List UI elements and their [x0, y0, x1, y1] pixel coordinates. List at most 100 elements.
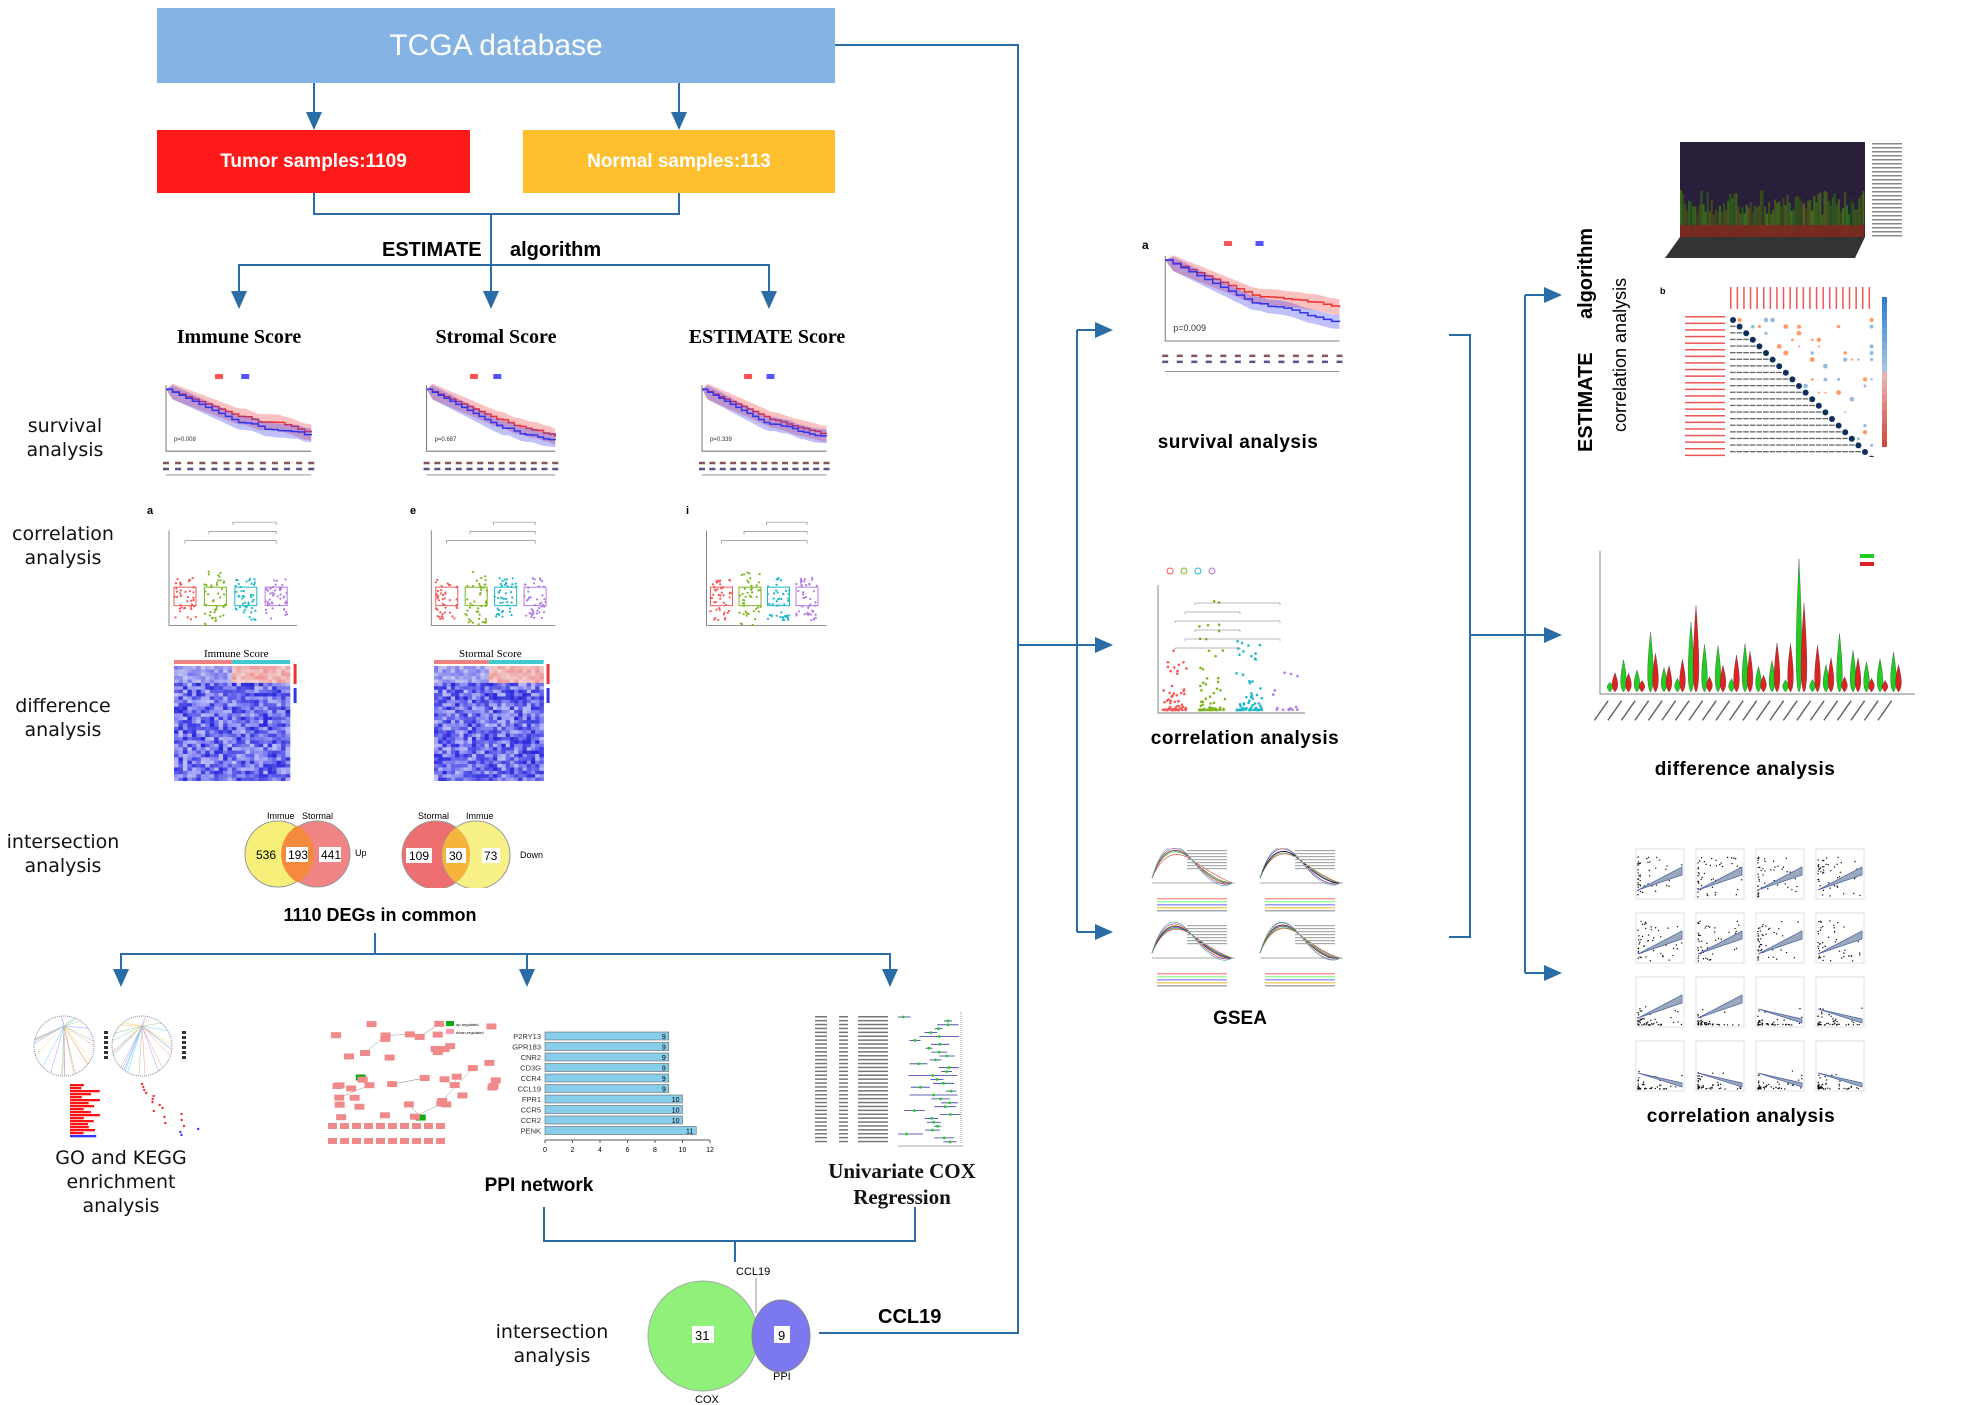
heatmap-cell: [267, 777, 273, 781]
stacked-bar: [1823, 225, 1826, 237]
heatmap-cell: [196, 740, 202, 745]
heatmap-cell: [258, 689, 264, 694]
heatmap-cell: [471, 726, 477, 731]
heatmap-cell: [526, 706, 532, 711]
risk-number: [175, 467, 182, 471]
heatmap-cell: [509, 723, 515, 728]
heatmap-cell: [505, 770, 511, 775]
data-point: [497, 590, 501, 594]
scatter-point: [1827, 1087, 1829, 1089]
heatmap-cell: [446, 723, 452, 728]
regression-line: [1637, 994, 1683, 1019]
data-point: [741, 593, 744, 596]
heatmap-cell: [539, 676, 544, 680]
heatmap-cell: [526, 770, 532, 775]
scatter-point: [1706, 942, 1708, 945]
row-label: [1685, 322, 1725, 325]
scatter-point: [1637, 1024, 1639, 1026]
heatmap-cell: [263, 666, 268, 670]
heatmap-cell: [240, 696, 246, 701]
heatmap-cell: [200, 682, 206, 687]
hazard-ratio: [858, 1039, 888, 1041]
heatmap-cell: [223, 747, 228, 751]
scatter-point: [1655, 884, 1658, 886]
risk-number: [771, 461, 778, 465]
heatmap-cell: [497, 743, 502, 748]
data-point: [247, 603, 250, 606]
tumor-samples-label: Tumor samples:1109: [220, 150, 407, 172]
row-label: [1685, 388, 1725, 391]
heatmap-cell: [450, 689, 456, 694]
row-label: [1685, 441, 1725, 443]
gene-name: [815, 1023, 827, 1026]
hazard-ratio: [858, 1043, 888, 1045]
heatmap-cell: [484, 753, 490, 758]
heatmap-cell: [493, 720, 498, 724]
scatter-point: [1762, 923, 1764, 926]
legend-text: [1187, 862, 1227, 864]
data-point: [205, 584, 208, 587]
heatmap-cell: [446, 743, 452, 748]
corr-circle: [1849, 396, 1855, 402]
heatmap-cell: [182, 709, 188, 714]
heatmap-cell: [501, 703, 506, 707]
data-point: [278, 587, 281, 590]
svg-text:Down: Down: [520, 850, 543, 860]
legend-text: [1295, 937, 1335, 939]
corr-value: [1763, 437, 1769, 440]
heatmap-cell: [530, 709, 536, 714]
scatter-point: [1836, 885, 1838, 887]
heatmap-cell: [218, 760, 224, 765]
heatmap-cell: [214, 666, 219, 670]
heatmap-cell: [200, 676, 206, 680]
heatmap-cell: [200, 777, 206, 781]
heatmap-cell: [518, 750, 523, 755]
data-point: [738, 611, 741, 614]
scatter-point: [1795, 890, 1797, 893]
heatmap-cell: [539, 753, 544, 758]
enrichment-curve: [1259, 852, 1341, 884]
legend-text: [1187, 934, 1227, 936]
heatmap-cell: [488, 703, 494, 707]
hazard-ratio: [858, 1109, 888, 1112]
scatter-point: [1735, 930, 1737, 932]
heatmap-cell: [218, 706, 224, 711]
corr-value: [1796, 451, 1802, 453]
data-point: [209, 610, 212, 614]
scatter-point: [1785, 951, 1788, 954]
heatmap-cell: [530, 682, 536, 687]
data-point: [713, 601, 716, 604]
scatter-point: [1852, 1021, 1855, 1024]
heatmap-cell: [205, 713, 210, 718]
heatmap-cell: [191, 753, 197, 758]
significance-bracket: [1174, 620, 1281, 623]
data-point: [248, 616, 251, 619]
corr-value: [1763, 358, 1769, 360]
corr-value: [1802, 411, 1809, 413]
heatmap-cell: [526, 676, 532, 680]
heatmap-cell: [249, 720, 255, 724]
data-point: [746, 591, 749, 594]
heatmap-cell: [263, 753, 268, 758]
heatmap-cell: [240, 764, 246, 768]
scatter-point: [1757, 893, 1759, 896]
data-point: [1174, 708, 1178, 712]
network-node: [380, 1035, 391, 1042]
heatmap-cell: [514, 679, 519, 684]
annotation-bar: [174, 660, 232, 664]
data-point: [222, 614, 225, 617]
risk-number: [1191, 360, 1198, 364]
scatter-point: [1700, 1019, 1702, 1022]
scatter-point: [1759, 1085, 1761, 1087]
heatmap-cell: [263, 767, 268, 772]
color-scale: [1882, 417, 1887, 425]
data-point: [253, 617, 256, 621]
heatmap-cell: [196, 716, 202, 721]
heatmap-cell: [450, 672, 456, 677]
heatmap-cell: [493, 764, 498, 768]
stacked-bar: [1696, 225, 1699, 237]
corr-value: [1743, 365, 1749, 367]
x-tick-label: [1647, 700, 1663, 721]
heatmap-cell: [285, 753, 291, 758]
data-point: [1208, 695, 1212, 698]
